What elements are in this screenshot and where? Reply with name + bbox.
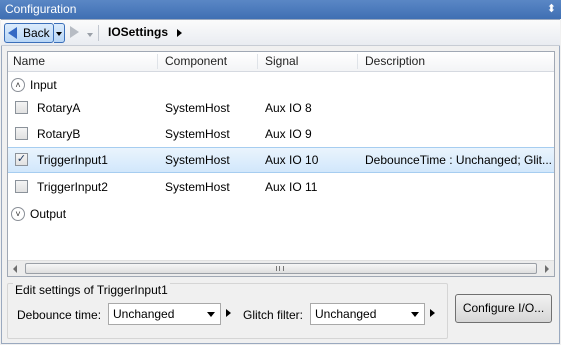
forward-history-dropdown[interactable]: [87, 33, 93, 37]
table-header: Name Component Signal Description: [8, 52, 554, 72]
group-label: Output: [30, 207, 67, 221]
collapse-icon[interactable]: ˄: [11, 78, 25, 92]
cell-signal: Aux IO 8: [265, 101, 312, 115]
window-title: Configuration: [5, 2, 77, 16]
expand-icon[interactable]: ˅: [11, 207, 25, 221]
navigation-toolbar: Back IOSettings: [1, 20, 560, 46]
table-row[interactable]: RotaryA SystemHost Aux IO 8: [8, 95, 554, 121]
cell-description: DebounceTime : Unchanged; Glit...: [365, 153, 551, 167]
toolbar-separator: [98, 25, 99, 41]
grip-icon: [276, 266, 284, 271]
cell-name: TriggerInput2: [37, 180, 108, 194]
column-header-description[interactable]: Description: [358, 52, 554, 71]
row-checkbox[interactable]: [15, 101, 28, 114]
debounce-time-value: Unchanged: [113, 307, 175, 321]
table-row[interactable]: TriggerInput2 SystemHost Aux IO 11: [8, 174, 554, 200]
breadcrumb[interactable]: IOSettings: [108, 25, 168, 39]
scroll-left-icon[interactable]: [13, 265, 17, 273]
cell-component: SystemHost: [165, 180, 230, 194]
back-history-dropdown[interactable]: [54, 23, 65, 43]
cell-name: TriggerInput1: [37, 153, 108, 167]
scrollbar-thumb[interactable]: [25, 263, 537, 274]
back-button-label: Back: [23, 26, 50, 40]
group-row-output[interactable]: ˅ Output: [8, 205, 554, 225]
debounce-time-select[interactable]: Unchanged: [108, 303, 221, 325]
column-header-signal[interactable]: Signal: [258, 52, 358, 71]
forward-arrow-icon[interactable]: [70, 26, 79, 38]
title-bar: Configuration ⬍: [0, 0, 561, 19]
debounce-time-label: Debounce time:: [17, 308, 102, 322]
breadcrumb-chevron-icon[interactable]: [177, 29, 182, 37]
back-button[interactable]: Back: [4, 23, 54, 43]
scroll-right-icon[interactable]: [545, 265, 549, 273]
horizontal-scrollbar[interactable]: [8, 260, 554, 276]
table-row-selected[interactable]: ✓ TriggerInput1 SystemHost Aux IO 10 Deb…: [8, 147, 554, 173]
pin-icon[interactable]: ⬍: [547, 0, 556, 19]
row-checkbox-checked[interactable]: ✓: [15, 153, 28, 166]
configure-io-button[interactable]: Configure I/O...: [455, 294, 552, 323]
cell-component: SystemHost: [165, 153, 230, 167]
cell-component: SystemHost: [165, 101, 230, 115]
table-row[interactable]: RotaryB SystemHost Aux IO 9: [8, 121, 554, 147]
chevron-down-icon: [207, 312, 215, 317]
cell-signal: Aux IO 10: [265, 153, 319, 167]
column-header-name[interactable]: Name: [8, 52, 158, 71]
glitch-filter-label: Glitch filter:: [243, 308, 304, 322]
io-signals-table: Name Component Signal Description ˄ Inpu…: [7, 51, 555, 277]
row-checkbox[interactable]: [15, 180, 28, 193]
glitch-filter-value: Unchanged: [315, 307, 377, 321]
edit-settings-legend: Edit settings of TriggerInput1: [13, 283, 170, 297]
group-label: Input: [30, 78, 57, 92]
debounce-expand-icon[interactable]: [226, 309, 231, 317]
cell-signal: Aux IO 11: [265, 180, 318, 194]
glitch-expand-icon[interactable]: [430, 309, 435, 317]
row-checkbox[interactable]: [15, 127, 28, 140]
chevron-down-icon: [56, 32, 62, 36]
glitch-filter-select[interactable]: Unchanged: [310, 303, 425, 325]
cell-name: RotaryA: [37, 101, 81, 115]
column-header-component[interactable]: Component: [158, 52, 258, 71]
cell-signal: Aux IO 9: [265, 127, 312, 141]
chevron-down-icon: [411, 312, 419, 317]
cell-name: RotaryB: [37, 127, 81, 141]
back-arrow-icon: [8, 27, 17, 39]
group-row-input[interactable]: ˄ Input: [8, 76, 554, 96]
cell-component: SystemHost: [165, 127, 230, 141]
